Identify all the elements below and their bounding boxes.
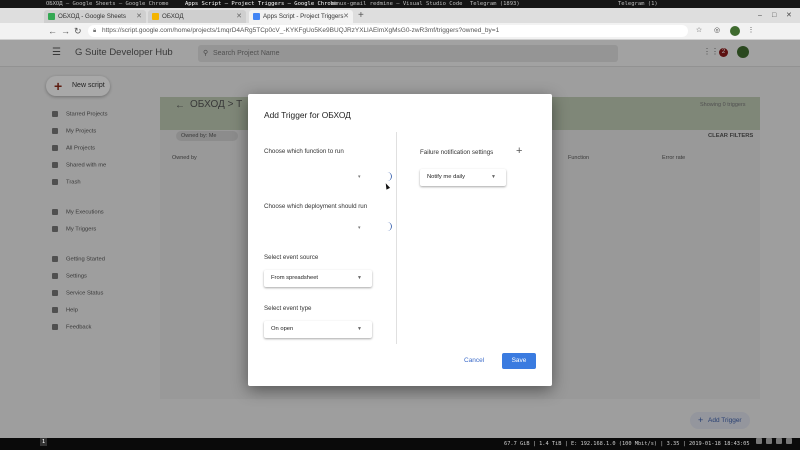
maximize-icon[interactable]: □ (772, 10, 776, 21)
tray-icon[interactable] (776, 438, 782, 444)
loading-spinner-icon (384, 222, 392, 231)
wm-title-apps-script[interactable]: Apps Script – Project Triggers – Google … (185, 0, 337, 8)
tab-label: ОБХОД (162, 13, 184, 20)
deployment-label: Choose which deployment should run (264, 203, 368, 210)
event-type-value: On open (271, 326, 294, 332)
window-close-icon[interactable]: ✕ (786, 10, 792, 21)
minimize-icon[interactable]: – (758, 10, 762, 21)
star-icon[interactable]: ☆ (694, 26, 704, 36)
deployment-select[interactable]: ▾ (358, 225, 361, 231)
tray-icon[interactable] (766, 438, 772, 444)
wm-title-vscode[interactable]: linux-gmail redmine – Visual Studio Code (330, 0, 462, 8)
wm-title-telegram[interactable]: Telegram (1893) (470, 0, 520, 8)
browser-tab-strip: ОБХОД - Google Sheets ✕ ОБХОД ✕ Apps Scr… (0, 8, 800, 23)
failure-notification-value: Notify me daily (427, 174, 466, 180)
event-type-label: Select event type (264, 305, 312, 312)
chevron-down-icon: ▼ (357, 275, 362, 281)
window-manager-bar: ОБХОД – Google Sheets – Google Chrome Ap… (0, 0, 800, 8)
column-divider (396, 132, 397, 344)
tray-icon[interactable] (756, 438, 762, 444)
event-source-label: Select event source (264, 254, 319, 261)
profile-icon[interactable] (730, 26, 740, 36)
failure-notification-select[interactable]: Notify me daily ▼ (420, 169, 506, 186)
wm-title-telegram-2[interactable]: Telegram (1) (618, 0, 658, 8)
lock-icon: 🔒︎ (93, 28, 97, 34)
close-icon[interactable]: ✕ (236, 10, 242, 23)
tab-obhod[interactable]: ОБХОД ✕ (148, 10, 246, 23)
url-text: https://script.google.com/home/projects/… (102, 27, 500, 34)
workspace-indicator[interactable]: 1 (40, 438, 47, 446)
wm-title-sheets[interactable]: ОБХОД – Google Sheets – Google Chrome (46, 0, 169, 8)
system-status-bar: 1 67.7 GiB | 1.4 TiB | E: 192.168.1.0 (1… (0, 438, 800, 450)
failure-notification-label: Failure notification settings (420, 149, 494, 156)
forward-icon[interactable]: → (61, 26, 70, 37)
save-button[interactable]: Save (502, 353, 536, 369)
apps-script-icon (253, 13, 260, 20)
dialog-title: Add Trigger for ОБХОД (264, 110, 351, 120)
add-trigger-dialog: Add Trigger for ОБХОД Choose which funct… (248, 94, 552, 386)
chevron-down-icon: ▼ (357, 326, 362, 332)
tab-label: Apps Script - Project Triggers (263, 13, 344, 20)
tab-label: ОБХОД - Google Sheets (58, 13, 126, 20)
tab-google-sheets[interactable]: ОБХОД - Google Sheets ✕ (44, 10, 146, 23)
new-tab-icon[interactable]: + (358, 10, 364, 21)
close-icon[interactable]: ✕ (343, 10, 349, 23)
extension-icon[interactable]: ◎ (712, 26, 722, 36)
chevron-down-icon: ▼ (491, 174, 496, 180)
address-bar[interactable]: 🔒︎ https://script.google.com/home/projec… (88, 25, 688, 37)
loading-spinner-icon (384, 172, 392, 181)
close-icon[interactable]: ✕ (136, 10, 142, 23)
sheets-icon (48, 13, 55, 20)
tray-icon[interactable] (786, 438, 792, 444)
browser-toolbar: ← → ↻ 🔒︎ https://script.google.com/home/… (0, 23, 800, 40)
tab-apps-script[interactable]: Apps Script - Project Triggers ✕ (249, 10, 353, 23)
back-icon[interactable]: ← (48, 26, 57, 37)
function-label: Choose which function to run (264, 148, 344, 155)
drive-icon (152, 13, 159, 20)
menu-icon[interactable]: ⋮ (746, 26, 756, 36)
system-metrics: 67.7 GiB | 1.4 TiB | E: 192.168.1.0 (100… (504, 441, 750, 447)
cancel-button[interactable]: Cancel (464, 357, 484, 364)
function-select[interactable]: ▾ (358, 174, 361, 180)
event-source-select[interactable]: From spreadsheet ▼ (264, 270, 372, 287)
reload-icon[interactable]: ↻ (74, 26, 82, 37)
event-source-value: From spreadsheet (271, 275, 319, 281)
add-notification-icon[interactable]: + (516, 146, 522, 157)
event-type-select[interactable]: On open ▼ (264, 321, 372, 338)
